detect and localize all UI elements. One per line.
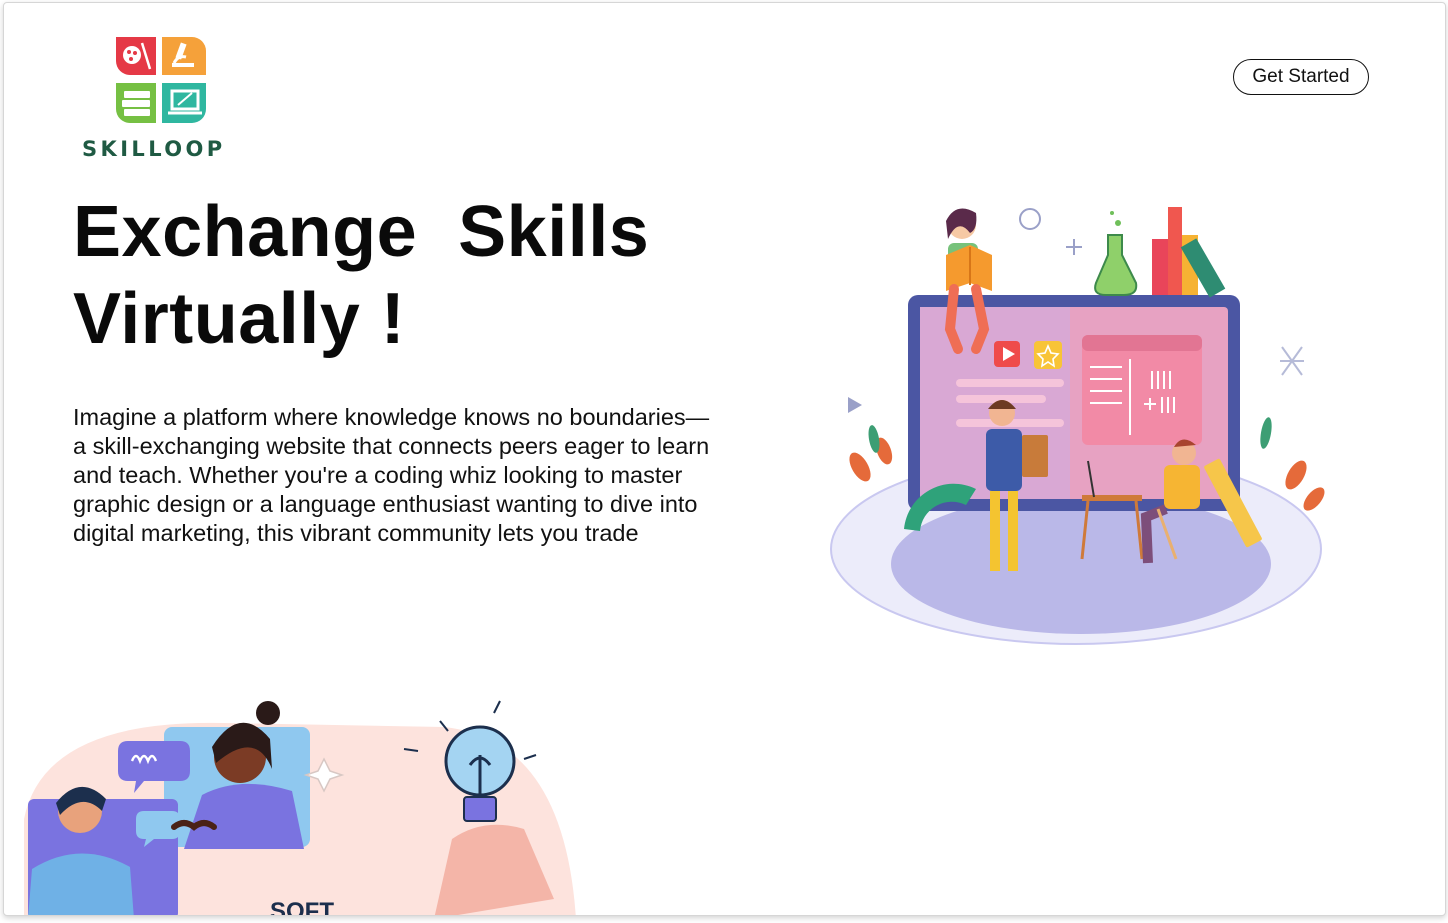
get-started-button[interactable]: Get Started: [1233, 59, 1369, 95]
hero-description: Imagine a platform where knowledge knows…: [73, 404, 710, 546]
video-call-illustration: SOFT: [24, 700, 576, 916]
landing-page: SKILLOOP Get Started Exchange Skills Vir…: [3, 2, 1446, 916]
online-classroom-illustration: [830, 207, 1325, 645]
brand-logo[interactable]: SKILLOOP: [82, 33, 252, 163]
brand-wordmark: SKILLOOP: [82, 137, 226, 161]
hero-headline: Exchange Skills Virtually !: [73, 192, 650, 359]
logo-tiles-icon: [116, 37, 206, 123]
footer-art-caption: SOFT: [270, 898, 334, 916]
